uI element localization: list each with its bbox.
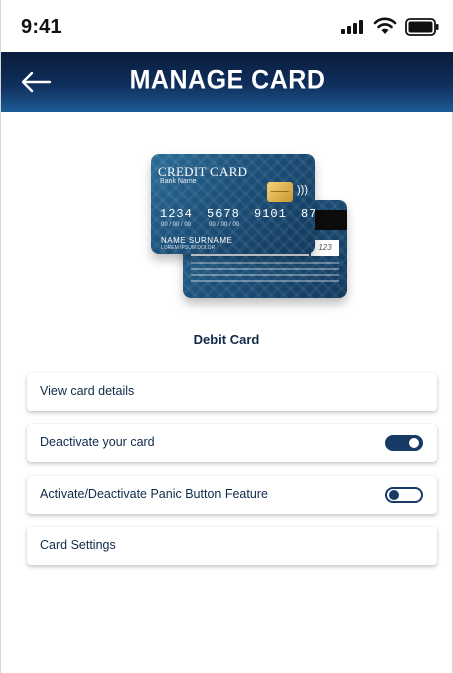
cellular-signal-icon [341,20,365,34]
status-time: 9:41 [21,16,62,38]
card-chip-icon [267,182,293,202]
view-card-details-row[interactable]: View card details [27,373,437,411]
phone-screen: 9:41 MANAGE CARD 123 CREDIT CARD Bank Na… [0,0,453,673]
card-holder-subtext: LOREM IPSUM DOLOR [161,245,216,251]
option-label: View card details [40,384,135,398]
battery-icon [405,18,439,36]
card-number: 1234 5678 9101 8765 [160,207,315,221]
card-back-fine-print [191,262,339,286]
card-type-caption: Debit Card [193,332,260,347]
panic-button-toggle[interactable] [385,487,423,503]
panic-button-row[interactable]: Activate/Deactivate Panic Button Feature [27,476,437,514]
option-label: Deactivate your card [40,435,155,449]
card-bank-name: Bank Name [160,178,197,185]
wifi-icon [373,17,397,34]
deactivate-card-row[interactable]: Deactivate your card [27,424,437,462]
app-header: MANAGE CARD [1,52,453,112]
option-label: Card Settings [40,538,116,552]
card-cvv: 123 [311,240,339,256]
contactless-icon: ))) [297,184,308,196]
card-illustration: 123 CREDIT CARD Bank Name ))) 1234 5678 … [149,150,355,310]
option-label: Activate/Deactivate Panic Button Feature [40,487,268,501]
card-settings-row[interactable]: Card Settings [27,527,437,565]
status-bar: 9:41 [1,0,453,52]
card-holder-name: NAME SURNAME [161,236,233,245]
card-date-left: 00 / 00 / 00 [161,222,192,228]
card-front-image: CREDIT CARD Bank Name ))) 1234 5678 9101… [151,154,315,254]
deactivate-card-toggle[interactable] [385,435,423,451]
page-title: MANAGE CARD [129,64,326,96]
card-date-right: 00 / 00 / 00 [209,222,240,228]
